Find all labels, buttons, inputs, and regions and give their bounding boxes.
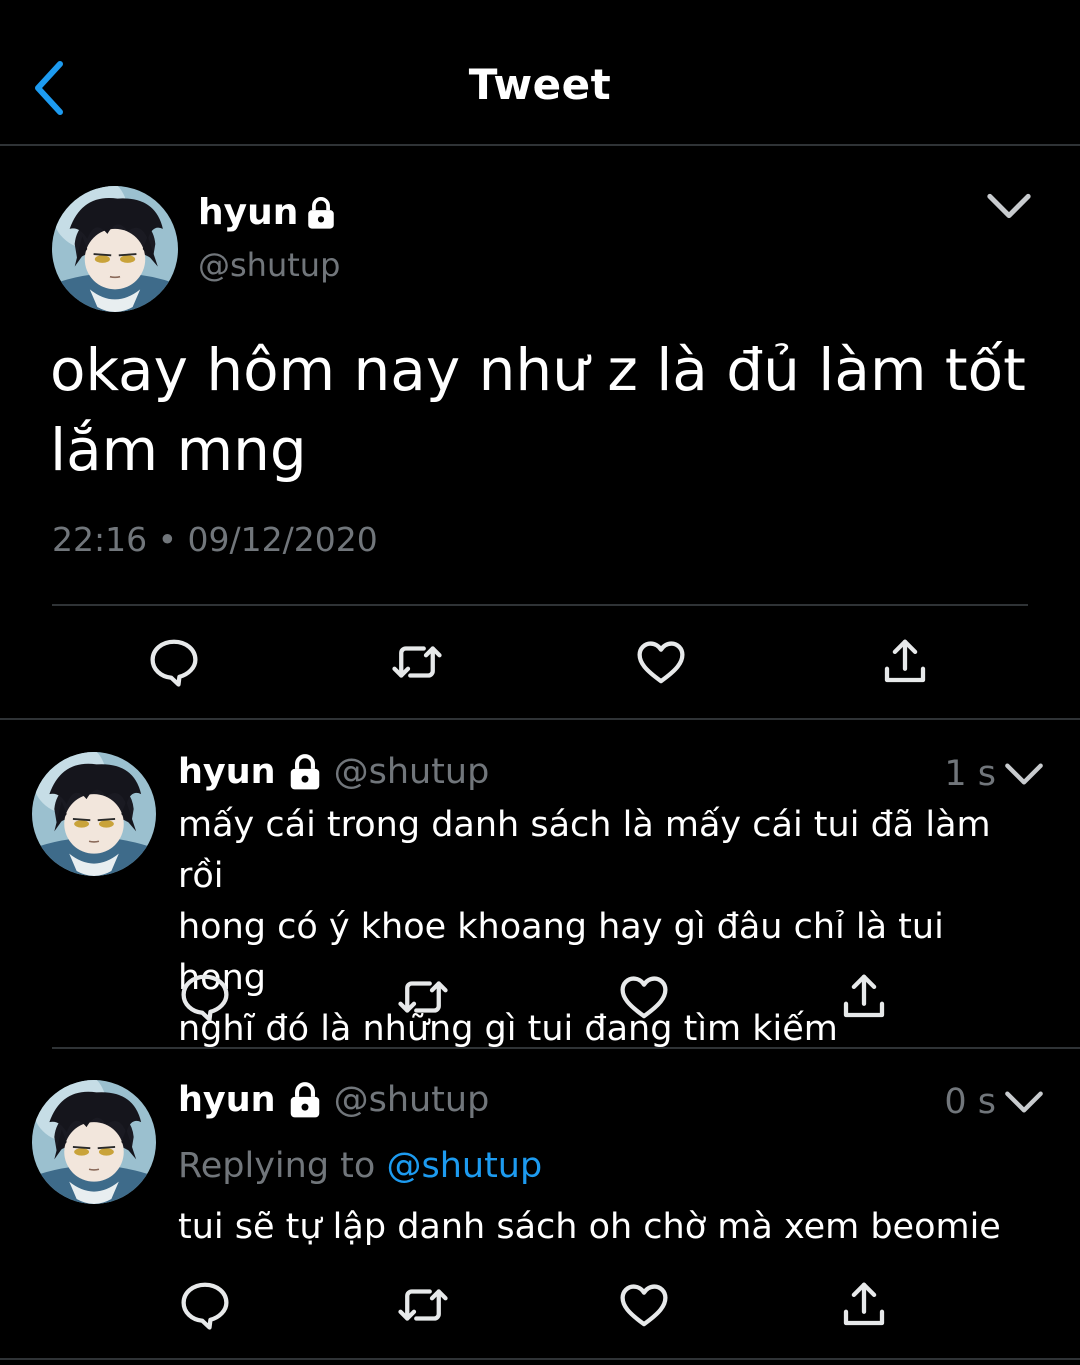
divider <box>0 718 1080 720</box>
replying-to: Replying to @shutup <box>178 1146 542 1186</box>
tweet-menu-button[interactable] <box>1004 760 1044 788</box>
reply-text-line: mấy cái trong danh sách là mấy cái tui đ… <box>178 805 991 896</box>
reply-header: hyun @shutup <box>178 752 489 792</box>
lock-icon <box>304 196 338 230</box>
page-title: Tweet <box>468 60 612 109</box>
reply-button[interactable] <box>178 970 232 1024</box>
tweet-text-line: okay hôm nay như z là đủ làm tốt <box>50 336 1026 404</box>
tweet-timestamp[interactable]: 22:16 • 09/12/2020 <box>52 520 378 559</box>
reply-text-line: hong có ý khoe khoang hay gì đâu chỉ là … <box>178 907 944 998</box>
retweet-button[interactable] <box>390 635 444 689</box>
tweet-menu-button[interactable] <box>1004 1088 1044 1116</box>
reply-icon <box>178 970 232 1024</box>
tweet-text: okay hôm nay như z là đủ làm tốt lắm mng <box>50 330 1030 490</box>
chevron-down-icon <box>1004 1088 1044 1116</box>
tweet-actions <box>0 632 1080 692</box>
divider <box>52 1047 1080 1049</box>
reply-text: mấy cái trong danh sách là mấy cái tui đ… <box>178 800 1038 1055</box>
retweet-button[interactable] <box>396 970 450 1024</box>
avatar[interactable] <box>52 186 178 312</box>
tweet-text-line: lắm mng <box>50 416 307 484</box>
reply-icon <box>178 1278 232 1332</box>
mention-link[interactable]: @shutup <box>386 1146 542 1186</box>
replying-to-label: Replying to <box>178 1146 376 1186</box>
like-button[interactable] <box>617 970 671 1024</box>
author-name[interactable]: hyun <box>178 1080 276 1120</box>
retweet-icon <box>396 1278 450 1332</box>
share-icon <box>837 1278 891 1332</box>
reply-icon <box>147 635 201 689</box>
share-icon <box>837 970 891 1024</box>
reply-time: 1 s <box>944 754 996 794</box>
retweet-icon <box>396 970 450 1024</box>
reply-text-line: tui sẽ tự lập danh sách oh chờ mà xem be… <box>178 1207 1001 1247</box>
divider <box>52 604 1028 606</box>
like-button[interactable] <box>634 635 688 689</box>
author-handle[interactable]: @shutup <box>334 1080 490 1120</box>
reply-text: tui sẽ tự lập danh sách oh chờ mà xem be… <box>178 1202 1038 1253</box>
divider <box>0 1358 1080 1360</box>
author-name[interactable]: hyun <box>178 752 276 792</box>
chevron-down-icon <box>986 190 1032 222</box>
author-handle[interactable]: @shutup <box>334 752 490 792</box>
chevron-down-icon <box>1004 760 1044 788</box>
reply-button[interactable] <box>147 635 201 689</box>
top-bar: Tweet <box>0 0 1080 146</box>
lock-icon <box>286 1081 324 1119</box>
share-icon <box>878 635 932 689</box>
avatar[interactable] <box>32 752 156 876</box>
like-icon <box>634 635 688 689</box>
lock-icon <box>286 753 324 791</box>
share-button[interactable] <box>878 635 932 689</box>
retweet-button[interactable] <box>396 1278 450 1332</box>
share-button[interactable] <box>837 1278 891 1332</box>
author-name[interactable]: hyun <box>198 192 298 233</box>
retweet-icon <box>390 635 444 689</box>
reply-button[interactable] <box>178 1278 232 1332</box>
author-name-row: hyun <box>198 192 338 233</box>
share-button[interactable] <box>837 970 891 1024</box>
avatar[interactable] <box>32 1080 156 1204</box>
like-icon <box>617 970 671 1024</box>
reply-time: 0 s <box>944 1082 996 1122</box>
like-icon <box>617 1278 671 1332</box>
reply-header: hyun @shutup <box>178 1080 489 1120</box>
author-handle[interactable]: @shutup <box>198 246 340 284</box>
like-button[interactable] <box>617 1278 671 1332</box>
tweet-menu-button[interactable] <box>986 190 1032 222</box>
